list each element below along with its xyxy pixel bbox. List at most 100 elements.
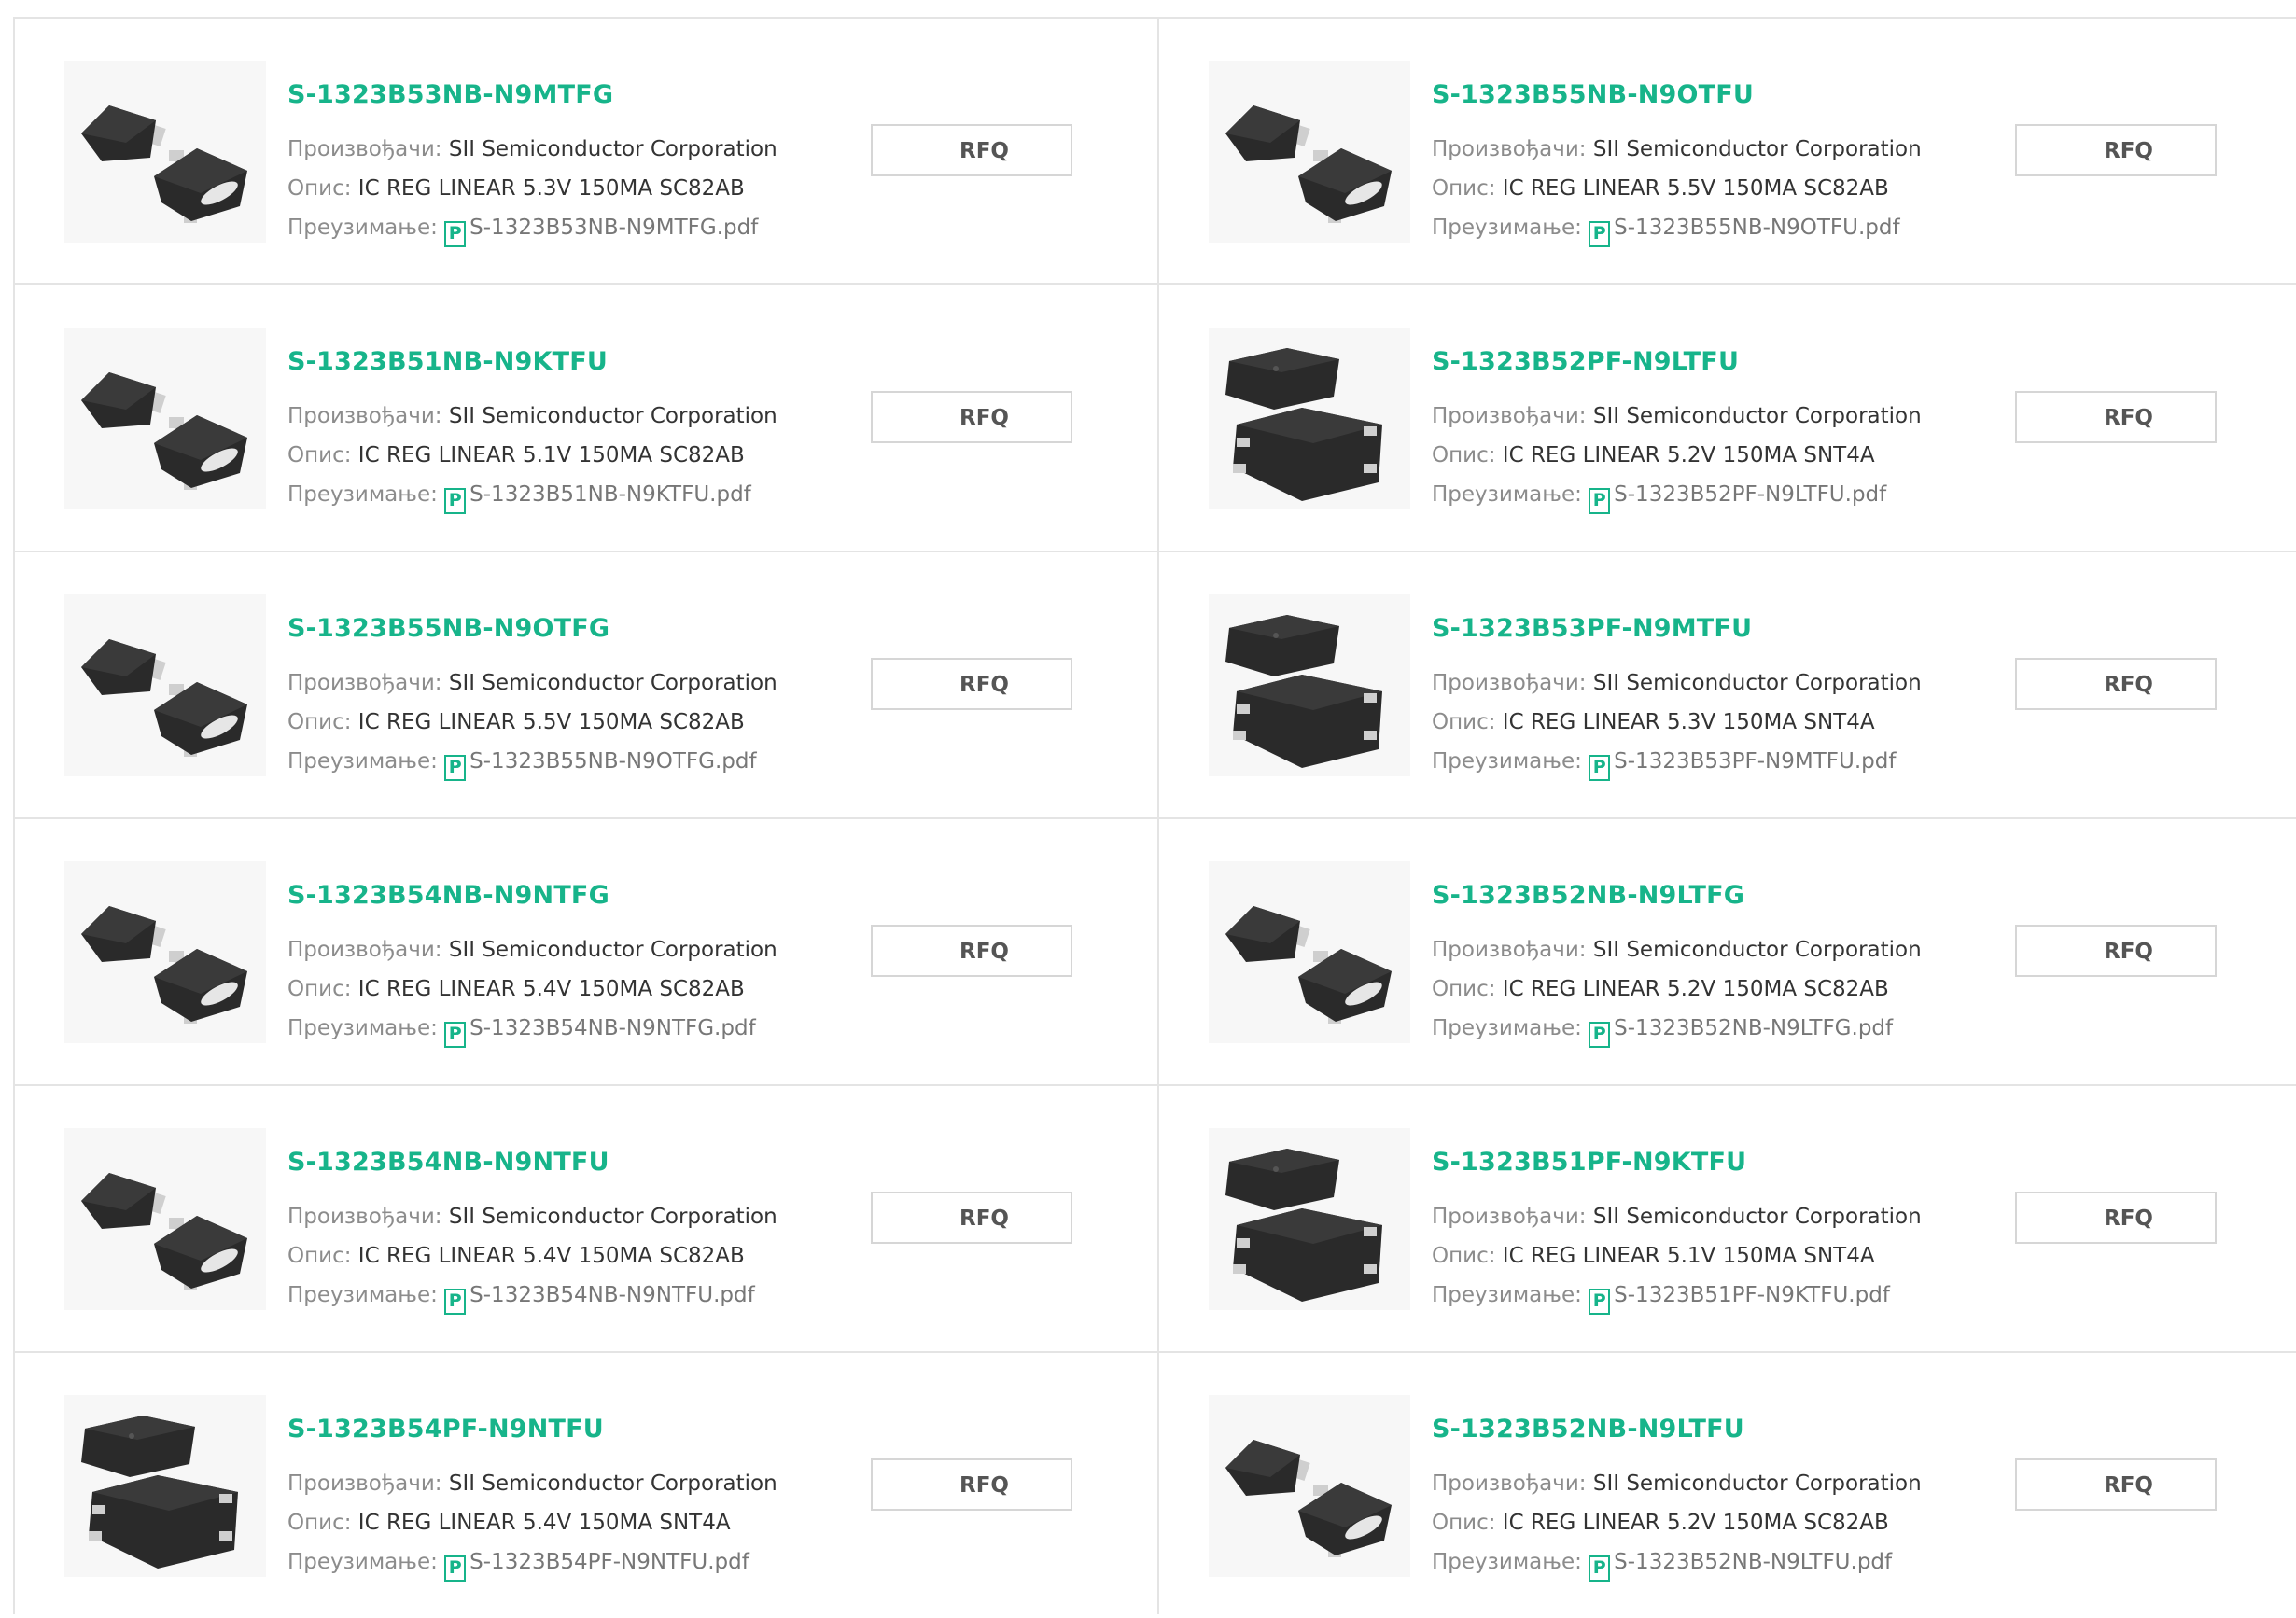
product-image[interactable] [64, 594, 266, 776]
description-label: Опис: [1432, 977, 1496, 1001]
datasheet-link[interactable]: S-1323B52NB-N9LTFU.pdf [1614, 1550, 1892, 1574]
product-name-link[interactable]: S-1323B51NB-N9KTFU [287, 347, 608, 376]
manufacturer-row: Произвођачи: SII Semiconductor Corporati… [1432, 404, 1922, 428]
rfq-button[interactable]: RFQ [871, 658, 1072, 710]
product-image[interactable] [64, 1395, 266, 1577]
pdf-icon[interactable]: P [1589, 1022, 1611, 1048]
download-label: Преузимање: [287, 1283, 438, 1307]
description-value: IC REG LINEAR 5.4V 150MA SNT4A [357, 1511, 731, 1535]
rfq-button[interactable]: RFQ [2015, 391, 2217, 443]
datasheet-link[interactable]: S-1323B51PF-N9KTFU.pdf [1614, 1283, 1890, 1307]
datasheet-link[interactable]: S-1323B54NB-N9NTFU.pdf [469, 1283, 755, 1307]
manufacturer-label: Произвођачи: [1432, 938, 1587, 962]
description-row: Опис: IC REG LINEAR 5.2V 150MA SC82AB [1432, 1511, 1889, 1535]
rfq-button[interactable]: RFQ [871, 124, 1072, 176]
product-name-link[interactable]: S-1323B52NB-N9LTFG [1432, 881, 1744, 910]
description-value: IC REG LINEAR 5.1V 150MA SNT4A [1502, 1244, 1875, 1268]
description-row: Опис: IC REG LINEAR 5.5V 150MA SC82AB [287, 710, 745, 734]
sc82ab-package-illustration [81, 906, 247, 1024]
download-label: Преузимање: [1432, 749, 1582, 774]
download-row: Преузимање: P S-1323B55NB-N9OTFG.pdf [287, 749, 757, 781]
product-card: S-1323B53NB-N9MTFG Произвођачи: SII Semi… [15, 19, 1159, 284]
product-card: S-1323B52NB-N9LTFU Произвођачи: SII Semi… [1159, 1353, 2296, 1618]
rfq-button[interactable]: RFQ [2015, 925, 2217, 977]
datasheet-link[interactable]: S-1323B54NB-N9NTFG.pdf [469, 1016, 756, 1040]
product-name-link[interactable]: S-1323B51PF-N9KTFU [1432, 1148, 1746, 1177]
datasheet-link[interactable]: S-1323B52PF-N9LTFU.pdf [1614, 482, 1886, 507]
description-value: IC REG LINEAR 5.4V 150MA SC82AB [357, 977, 745, 1001]
product-name-link[interactable]: S-1323B55NB-N9OTFG [287, 614, 609, 643]
datasheet-link[interactable]: S-1323B55NB-N9OTFG.pdf [469, 749, 756, 774]
datasheet-link[interactable]: S-1323B52NB-N9LTFG.pdf [1614, 1016, 1893, 1040]
manufacturer-row: Произвођачи: SII Semiconductor Corporati… [1432, 137, 1922, 161]
product-image[interactable] [1209, 861, 1410, 1043]
product-image[interactable] [1209, 328, 1410, 509]
manufacturer-label: Произвођачи: [287, 404, 442, 428]
pdf-icon[interactable]: P [444, 221, 467, 247]
description-label: Опис: [287, 710, 352, 734]
description-label: Опис: [287, 443, 352, 467]
product-card: S-1323B54NB-N9NTFU Произвођачи: SII Semi… [15, 1086, 1159, 1351]
rfq-button[interactable]: RFQ [2015, 124, 2217, 176]
pdf-icon[interactable]: P [444, 1022, 467, 1048]
download-label: Преузимање: [1432, 1550, 1582, 1574]
product-name-link[interactable]: S-1323B54NB-N9NTFU [287, 1148, 609, 1177]
manufacturer-value: SII Semiconductor Corporation [1592, 671, 1922, 695]
product-card: S-1323B52NB-N9LTFG Произвођачи: SII Semi… [1159, 819, 2296, 1084]
product-name-link[interactable]: S-1323B52NB-N9LTFU [1432, 1415, 1744, 1444]
rfq-button[interactable]: RFQ [871, 391, 1072, 443]
pdf-icon[interactable]: P [444, 1555, 467, 1582]
pdf-icon[interactable]: P [1589, 1289, 1611, 1315]
datasheet-link[interactable]: S-1323B51NB-N9KTFU.pdf [469, 482, 751, 507]
product-name-link[interactable]: S-1323B54NB-N9NTFG [287, 881, 609, 910]
rfq-button[interactable]: RFQ [871, 925, 1072, 977]
product-image[interactable] [1209, 1128, 1410, 1310]
product-image[interactable] [1209, 594, 1410, 776]
rfq-button[interactable]: RFQ [871, 1458, 1072, 1511]
manufacturer-value: SII Semiconductor Corporation [1592, 404, 1922, 428]
sc82ab-package-illustration [81, 639, 247, 757]
product-name-link[interactable]: S-1323B53PF-N9MTFU [1432, 614, 1752, 643]
download-row: Преузимање: P S-1323B52NB-N9LTFG.pdf [1432, 1016, 1893, 1048]
download-label: Преузимање: [287, 482, 438, 507]
sc82ab-package-illustration [1225, 1440, 1392, 1557]
product-name-link[interactable]: S-1323B55NB-N9OTFU [1432, 80, 1754, 109]
pdf-icon[interactable]: P [1589, 1555, 1611, 1582]
description-value: IC REG LINEAR 5.2V 150MA SC82AB [1502, 977, 1889, 1001]
rfq-button[interactable]: RFQ [2015, 658, 2217, 710]
product-card: S-1323B55NB-N9OTFU Произвођачи: SII Semi… [1159, 19, 2296, 284]
product-image[interactable] [1209, 1395, 1410, 1577]
product-image[interactable] [64, 61, 266, 243]
product-image[interactable] [64, 1128, 266, 1310]
pdf-icon[interactable]: P [1589, 755, 1611, 781]
product-image[interactable] [64, 328, 266, 509]
manufacturer-label: Произвођачи: [1432, 404, 1587, 428]
description-value: IC REG LINEAR 5.4V 150MA SC82AB [357, 1244, 745, 1268]
manufacturer-row: Произвођачи: SII Semiconductor Corporati… [287, 938, 777, 962]
rfq-button[interactable]: RFQ [871, 1192, 1072, 1244]
datasheet-link[interactable]: S-1323B55NB-N9OTFU.pdf [1614, 216, 1899, 240]
product-name-link[interactable]: S-1323B52PF-N9LTFU [1432, 347, 1739, 376]
description-row: Опис: IC REG LINEAR 5.4V 150MA SC82AB [287, 1244, 745, 1268]
product-card: S-1323B51PF-N9KTFU Произвођачи: SII Semi… [1159, 1086, 2296, 1351]
pdf-icon[interactable]: P [444, 488, 467, 514]
description-label: Опис: [1432, 1511, 1496, 1535]
description-label: Опис: [1432, 443, 1496, 467]
pdf-icon[interactable]: P [1589, 221, 1611, 247]
manufacturer-row: Произвођачи: SII Semiconductor Corporati… [287, 137, 777, 161]
datasheet-link[interactable]: S-1323B53PF-N9MTFU.pdf [1614, 749, 1896, 774]
rfq-button[interactable]: RFQ [2015, 1458, 2217, 1511]
pdf-icon[interactable]: P [444, 755, 467, 781]
description-value: IC REG LINEAR 5.3V 150MA SNT4A [1502, 710, 1875, 734]
pdf-icon[interactable]: P [444, 1289, 467, 1315]
rfq-button[interactable]: RFQ [2015, 1192, 2217, 1244]
description-value: IC REG LINEAR 5.2V 150MA SNT4A [1502, 443, 1875, 467]
product-image[interactable] [1209, 61, 1410, 243]
product-name-link[interactable]: S-1323B53NB-N9MTFG [287, 80, 613, 109]
product-name-link[interactable]: S-1323B54PF-N9NTFU [287, 1415, 604, 1444]
product-image[interactable] [64, 861, 266, 1043]
pdf-icon[interactable]: P [1589, 488, 1611, 514]
datasheet-link[interactable]: S-1323B54PF-N9NTFU.pdf [469, 1550, 749, 1574]
datasheet-link[interactable]: S-1323B53NB-N9MTFG.pdf [469, 216, 758, 240]
download-row: Преузимање: P S-1323B51PF-N9KTFU.pdf [1432, 1283, 1890, 1315]
